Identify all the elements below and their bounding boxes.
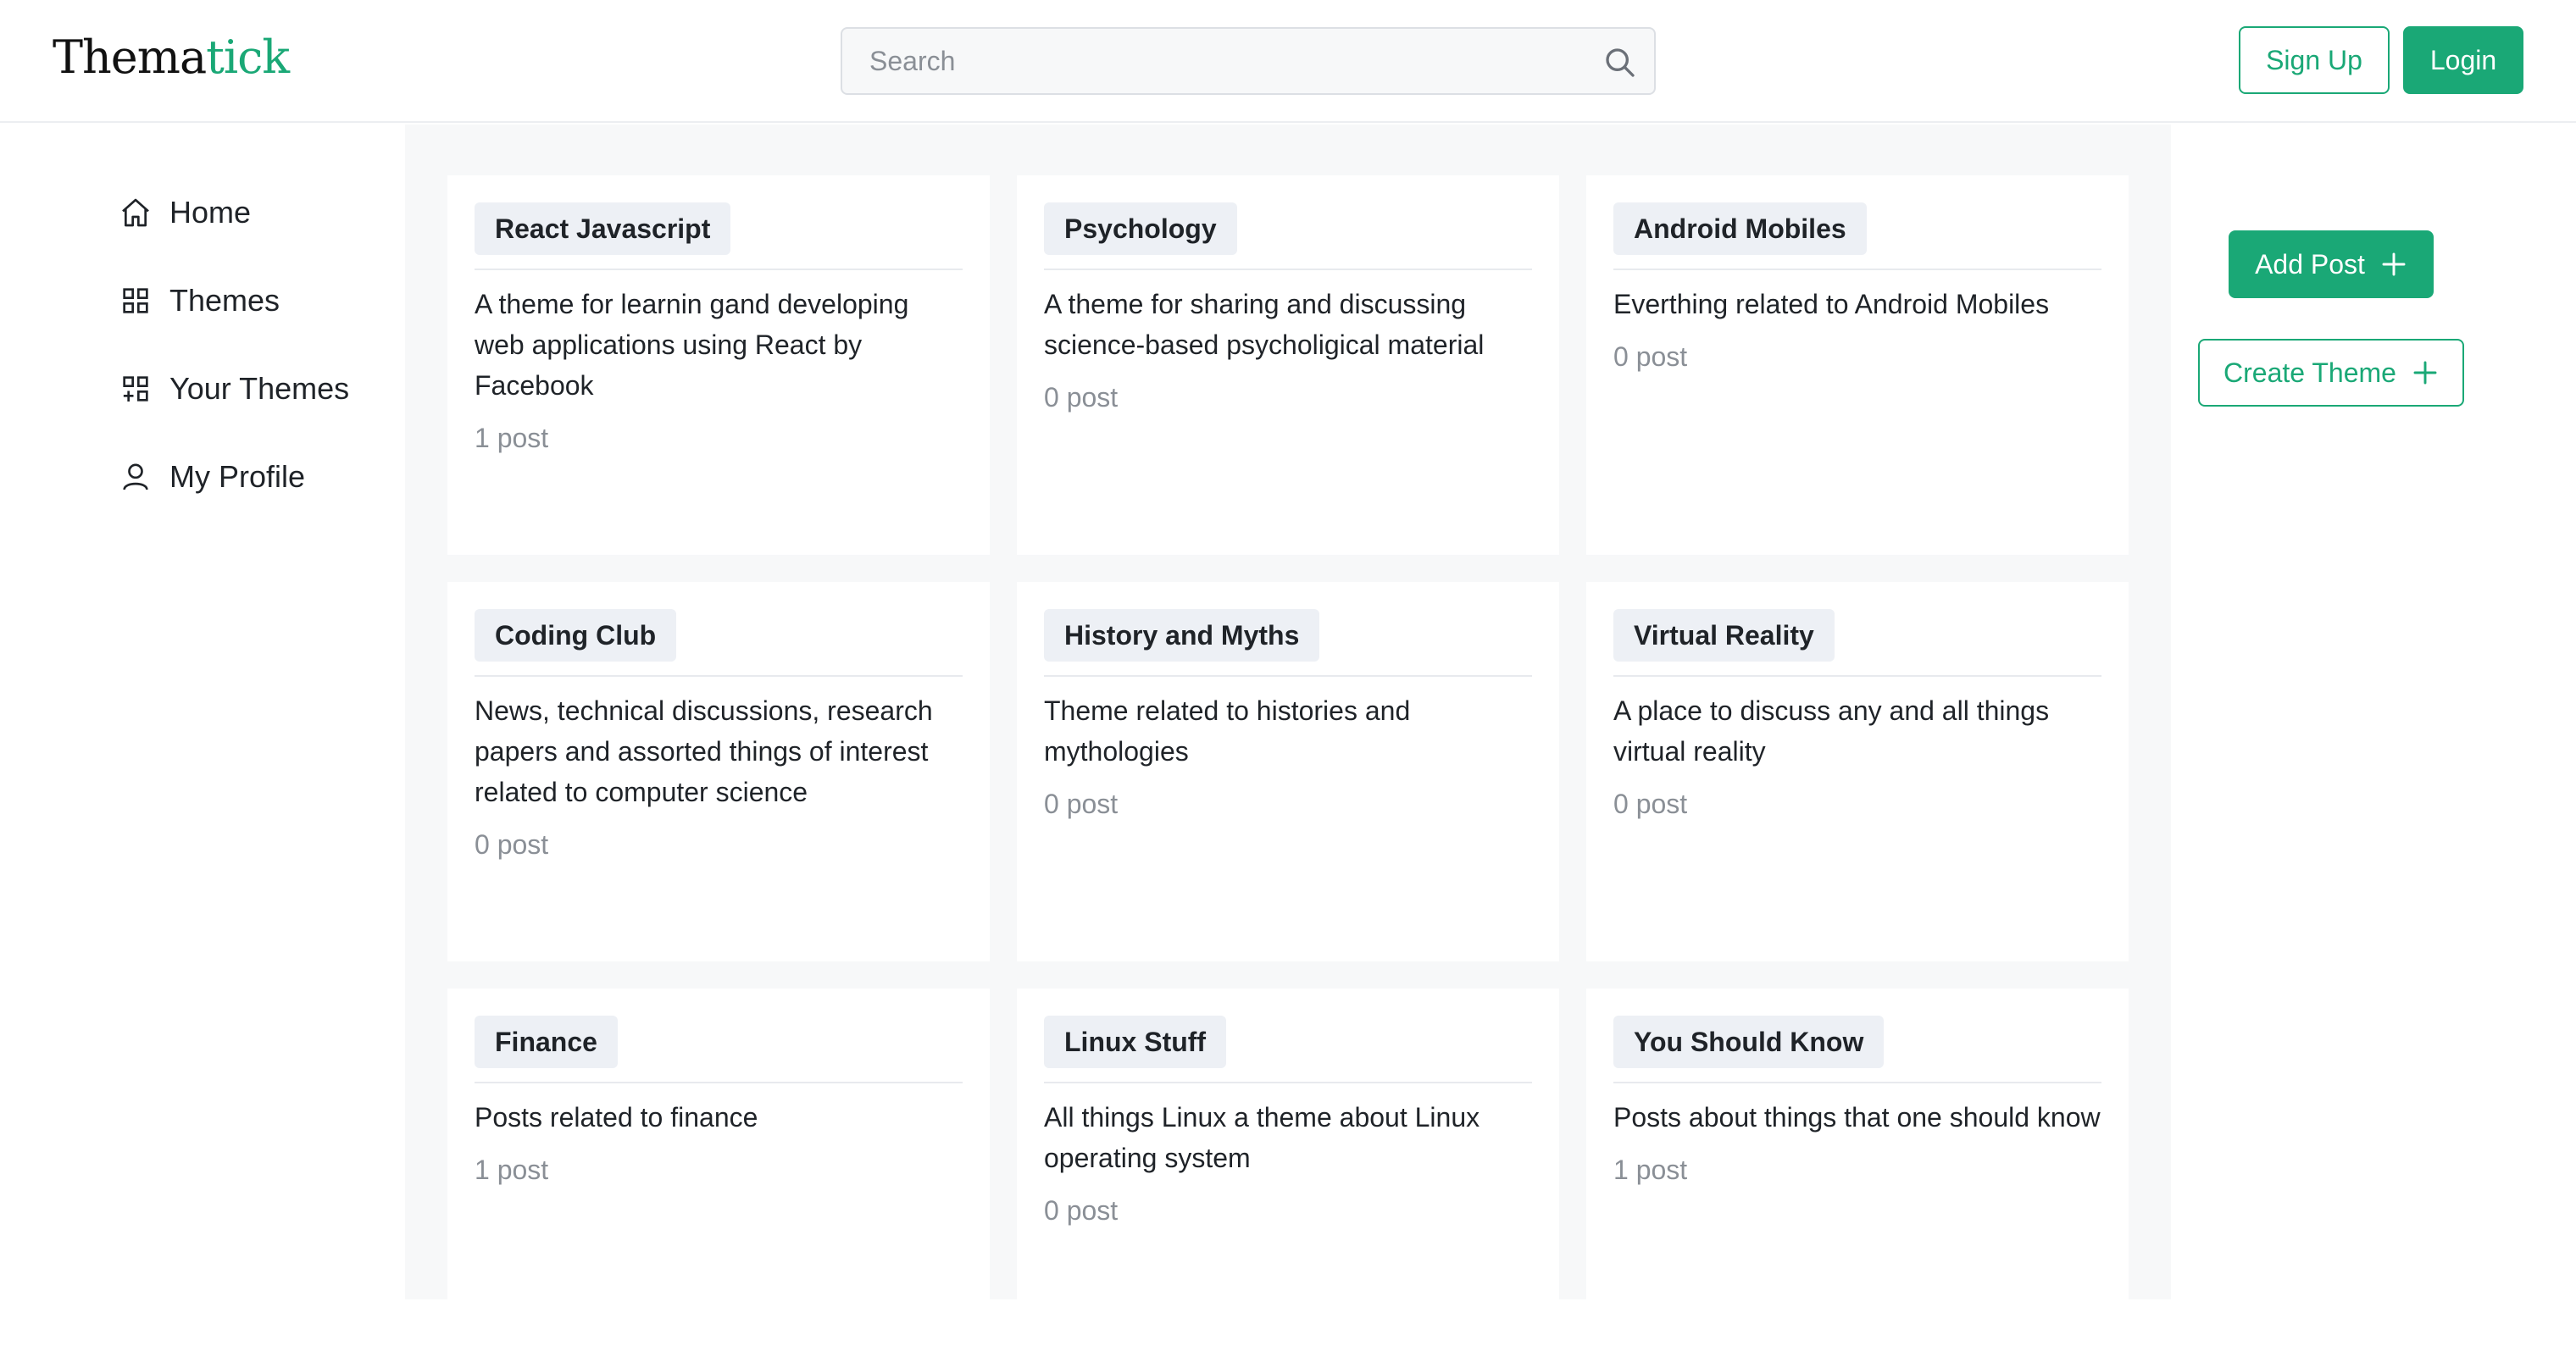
card-divider <box>475 1082 963 1083</box>
theme-description: Posts about things that one should know <box>1613 1102 2101 1133</box>
card-divider <box>1613 269 2101 270</box>
theme-description: A theme for learnin gand developing web … <box>475 289 909 401</box>
top-bar: Thematick Sign Up Login <box>0 0 2576 123</box>
search-input[interactable] <box>842 29 1654 93</box>
plus-icon <box>2413 361 2437 385</box>
post-count: 1 post <box>1613 1155 1688 1185</box>
sidebar: Home Themes Your Themes My Profile <box>0 125 405 1299</box>
theme-tag[interactable]: Virtual Reality <box>1613 609 1835 662</box>
post-count: 0 post <box>475 829 549 860</box>
sidebar-item-label: Themes <box>169 283 280 318</box>
sidebar-item-label: My Profile <box>169 459 306 494</box>
actions-panel: Add Post Create Theme <box>2171 125 2576 1299</box>
add-post-button[interactable]: Add Post <box>2229 230 2434 298</box>
theme-description: Theme related to histories and mythologi… <box>1044 695 1411 767</box>
theme-description: Posts related to finance <box>475 1102 758 1133</box>
grid-add-icon <box>123 376 148 402</box>
post-count: 1 post <box>475 423 549 453</box>
theme-card[interactable]: Virtual Reality A place to discuss any a… <box>1586 582 2129 961</box>
themes-grid: React Javascript A theme for learnin gan… <box>405 125 2171 1368</box>
login-button[interactable]: Login <box>2403 26 2523 94</box>
post-count: 0 post <box>1613 341 1688 372</box>
plus-icon <box>2382 252 2406 276</box>
logo-main: Thema <box>53 30 207 84</box>
sidebar-item-my-profile[interactable]: My Profile <box>119 451 305 502</box>
theme-tag[interactable]: Psychology <box>1044 202 1237 255</box>
card-divider <box>1613 675 2101 677</box>
theme-card[interactable]: Linux Stuff All things Linux a theme abo… <box>1017 989 1559 1368</box>
theme-card[interactable]: History and Myths Theme related to histo… <box>1017 582 1559 961</box>
card-divider <box>475 269 963 270</box>
sidebar-item-your-themes[interactable]: Your Themes <box>119 363 349 414</box>
sidebar-item-label: Your Themes <box>169 371 350 406</box>
signup-label: Sign Up <box>2266 44 2362 75</box>
user-icon <box>123 463 148 490</box>
add-post-label: Add Post <box>2255 248 2365 280</box>
logo-accent: tick <box>206 30 290 84</box>
card-divider <box>1044 1082 1532 1083</box>
sidebar-item-themes[interactable]: Themes <box>119 275 280 326</box>
theme-card[interactable]: You Should Know Posts about things that … <box>1586 989 2129 1368</box>
theme-card[interactable]: Finance Posts related to finance 1 post <box>447 989 990 1368</box>
post-count: 0 post <box>1044 789 1119 819</box>
sidebar-item-home[interactable]: Home <box>119 187 251 238</box>
theme-tag[interactable]: Android Mobiles <box>1613 202 1867 255</box>
theme-card[interactable]: React Javascript A theme for learnin gan… <box>447 175 990 555</box>
theme-description: Everthing related to Android Mobiles <box>1613 289 2050 319</box>
theme-card[interactable]: Psychology A theme for sharing and discu… <box>1017 175 1559 555</box>
theme-tag[interactable]: History and Myths <box>1044 609 1320 662</box>
theme-description: A theme for sharing and discussing scien… <box>1044 289 1485 360</box>
theme-card[interactable]: Android Mobiles Everthing related to And… <box>1586 175 2129 555</box>
card-divider <box>1044 269 1532 270</box>
search-icon[interactable] <box>1603 46 1637 80</box>
home-icon <box>122 198 149 227</box>
grid-icon <box>123 288 148 313</box>
post-count: 0 post <box>1044 382 1119 413</box>
post-count: 0 post <box>1613 789 1688 819</box>
theme-description: All things Linux a theme about Linux ope… <box>1044 1102 1480 1173</box>
create-theme-label: Create Theme <box>2223 357 2396 388</box>
theme-description: A place to discuss any and all things vi… <box>1613 695 2050 767</box>
post-count: 0 post <box>1044 1195 1119 1226</box>
theme-tag[interactable]: You Should Know <box>1613 1016 1885 1068</box>
theme-card[interactable]: Coding Club News, technical discussions,… <box>447 582 990 961</box>
card-divider <box>1044 675 1532 677</box>
card-divider <box>475 675 963 677</box>
signup-button[interactable]: Sign Up <box>2239 26 2390 94</box>
logo[interactable]: Thematick <box>53 30 290 84</box>
search-box <box>841 27 1656 95</box>
theme-tag[interactable]: Finance <box>475 1016 618 1068</box>
card-divider <box>1613 1082 2101 1083</box>
theme-tag[interactable]: React Javascript <box>475 202 731 255</box>
theme-description: News, technical discussions, research pa… <box>475 695 933 807</box>
post-count: 1 post <box>475 1155 549 1185</box>
sidebar-item-label: Home <box>169 195 252 230</box>
create-theme-button[interactable]: Create Theme <box>2198 339 2464 407</box>
login-label: Login <box>2429 44 2497 75</box>
theme-tag[interactable]: Coding Club <box>475 609 677 662</box>
theme-tag[interactable]: Linux Stuff <box>1044 1016 1227 1068</box>
